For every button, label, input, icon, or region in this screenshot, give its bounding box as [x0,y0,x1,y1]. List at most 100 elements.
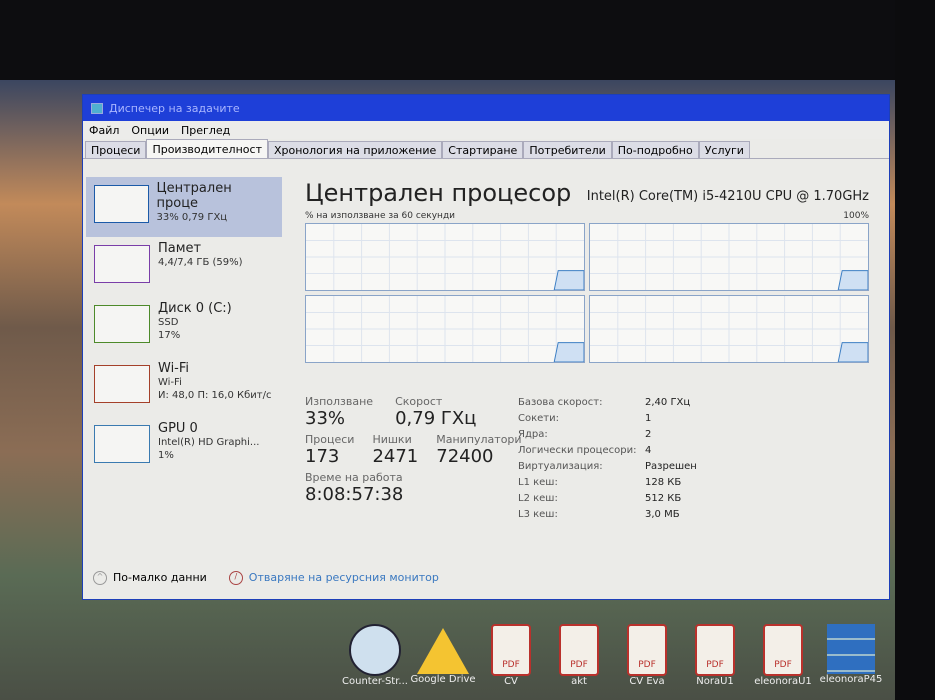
desktop-shortcut[interactable]: PDF akt [544,624,614,687]
desktop-shortcut[interactable]: Counter-Str... [340,624,410,687]
sidebar-item-line2: 1% [158,450,174,461]
tab-app-history[interactable]: Хронология на приложение [267,141,443,158]
task-manager-icon [91,102,103,114]
desktop-shortcut[interactable]: PDF NoraU1 [680,624,750,687]
mini-graph [94,185,149,223]
menu-view[interactable]: Преглед [181,124,230,137]
tab-services[interactable]: Услуги [698,141,750,158]
resource-sidebar: Централен проце 33% 0,79 ГХц Памет 4,4/7… [86,177,282,477]
tab-details[interactable]: По-подробно [611,141,699,158]
sidebar-item-line1: 33% 0,79 ГХц [156,212,228,223]
cpu-panel: Централен процесор Intel(R) Core(TM) i5-… [305,179,869,363]
pdf-file-icon: PDF [559,624,599,676]
sidebar-item[interactable]: GPU 0 Intel(R) HD Graphi... 1% [86,417,282,477]
sidebar-item-line1: SSD [158,317,179,328]
menu-bar: Файл Опции Преглед [83,121,889,139]
mini-graph [94,245,150,283]
sidebar-item-title: Памет [158,241,202,256]
shortcut-label: NoraU1 [696,676,734,687]
pdf-badge: PDF [706,660,724,670]
sidebar-item[interactable]: Памет 4,4/7,4 ГБ (59%) [86,237,282,297]
window-title: Диспечер на задачите [109,101,240,115]
sidebar-item-line1: Wi-Fi [158,377,182,388]
sidebar-item-line2: 17% [158,330,181,341]
mini-graph [94,305,150,343]
shortcut-label: CV [504,676,518,687]
pdf-badge: PDF [570,660,588,670]
resource-monitor-icon: / [228,571,243,585]
tab-startup[interactable]: Стартиране [442,141,524,158]
shortcut-label: eleonoraU1 [754,676,812,687]
desktop-shortcut[interactable]: PDF CV Eva [612,624,682,687]
threads-label: Нишки [372,433,412,446]
sidebar-item-line2: И: 48,0 П: 16,0 Кбит/с [158,390,272,401]
spec-value: 2,40 ГХц [645,397,691,408]
sidebar-item[interactable]: Wi-Fi Wi-Fi И: 48,0 П: 16,0 Кбит/с [86,357,282,417]
usage-value: 33% [305,408,346,429]
core-usage-graph [589,223,869,291]
graph-label: % на използване за 60 секунди [305,211,456,221]
spec-value: 3,0 МБ [645,509,680,520]
tab-bar: Процеси Производителност Хронология на п… [83,139,889,159]
spec-value: 1 [645,413,652,424]
spec-value: 4 [645,445,652,456]
graph-max: 100% [843,211,869,221]
pdf-file-icon: PDF [627,624,667,676]
shortcut-label: CV Eva [629,676,665,687]
fewer-details-button[interactable]: ^ По-малко данни [93,571,207,585]
pdf-badge: PDF [774,660,792,670]
sidebar-item[interactable]: Централен проце 33% 0,79 ГХц [86,177,282,237]
core-usage-graph [305,295,585,363]
desktop-shortcut[interactable]: PDF CV [476,624,546,687]
desktop-shortcut[interactable]: PDF eleonoraU1 [748,624,818,687]
tab-performance[interactable]: Производителност [146,139,268,158]
shortcut-label: Counter-Str... [342,676,408,687]
sidebar-item[interactable]: Диск 0 (C:) SSD 17% [86,297,282,357]
footer: ^ По-малко данни / Отваряне на ресурсния м… [93,571,439,585]
mini-graph [94,425,150,463]
menu-file[interactable]: Файл [89,124,119,137]
fewer-details-label: По-малко данни [113,571,207,584]
processes-label: Процеси [305,433,355,446]
desktop-shortcut[interactable]: eleonoraP45 [816,624,886,685]
sidebar-item-title: Централен проце [156,181,232,211]
cpu-model: Intel(R) Core(TM) i5-4210U CPU @ 1.70GHz [586,189,869,204]
tab-processes[interactable]: Процеси [85,141,147,158]
sidebar-item-line1: Intel(R) HD Graphi... [158,437,260,448]
pdf-badge: PDF [502,660,520,670]
google-drive-icon [417,628,469,674]
usage-label: Използване [305,395,374,408]
sidebar-item-title: Wi-Fi [158,361,190,376]
spec-values: 2,40 ГХц 1 2 4 Разрешен 128 КБ 512 КБ 3,0 МБ [645,395,697,523]
spec-value: 2 [645,429,652,440]
tab-users[interactable]: Потребители [523,141,612,158]
spec-value: 512 КБ [645,493,682,504]
pdf-file-icon: PDF [763,624,803,676]
spec-value: Разрешен [645,461,697,472]
menu-options[interactable]: Опции [131,124,169,137]
sidebar-item-line1: 4,4/7,4 ГБ (59%) [158,257,243,268]
sidebar-item-title: GPU 0 [158,421,198,436]
pdf-file-icon: PDF [695,624,735,676]
sidebar-item-title: Диск 0 (C:) [158,301,232,316]
threads-value: 2471 [372,446,419,467]
counter-strike-icon [349,624,401,676]
shortcut-label: eleonoraP45 [819,674,883,685]
title-bar[interactable]: Диспечер на задачите [83,95,889,121]
resource-monitor-link[interactable]: / Отваряне на ресурсния монитор [228,571,439,585]
desktop-shortcut[interactable]: Google Drive [408,624,478,685]
chevron-up-icon: ^ [93,571,107,585]
screen-bezel [895,0,935,700]
shortcut-label: Google Drive [410,674,476,685]
handles-value: 72400 [436,446,494,467]
pdf-file-icon: PDF [491,624,531,676]
processes-value: 173 [305,446,340,467]
cpu-stats: Използване 33% Скорост 0,79 ГХц Процеси 173… [305,395,865,520]
core-usage-graph [305,223,585,291]
handles-label: Манипулатори [436,433,522,446]
speed-label: Скорост [395,395,443,408]
speed-value: 0,79 ГХц [395,408,477,429]
resource-monitor-label: Отваряне на ресурсния монитор [248,571,439,584]
archive-icon [827,624,875,674]
shortcut-label: akt [571,676,587,687]
